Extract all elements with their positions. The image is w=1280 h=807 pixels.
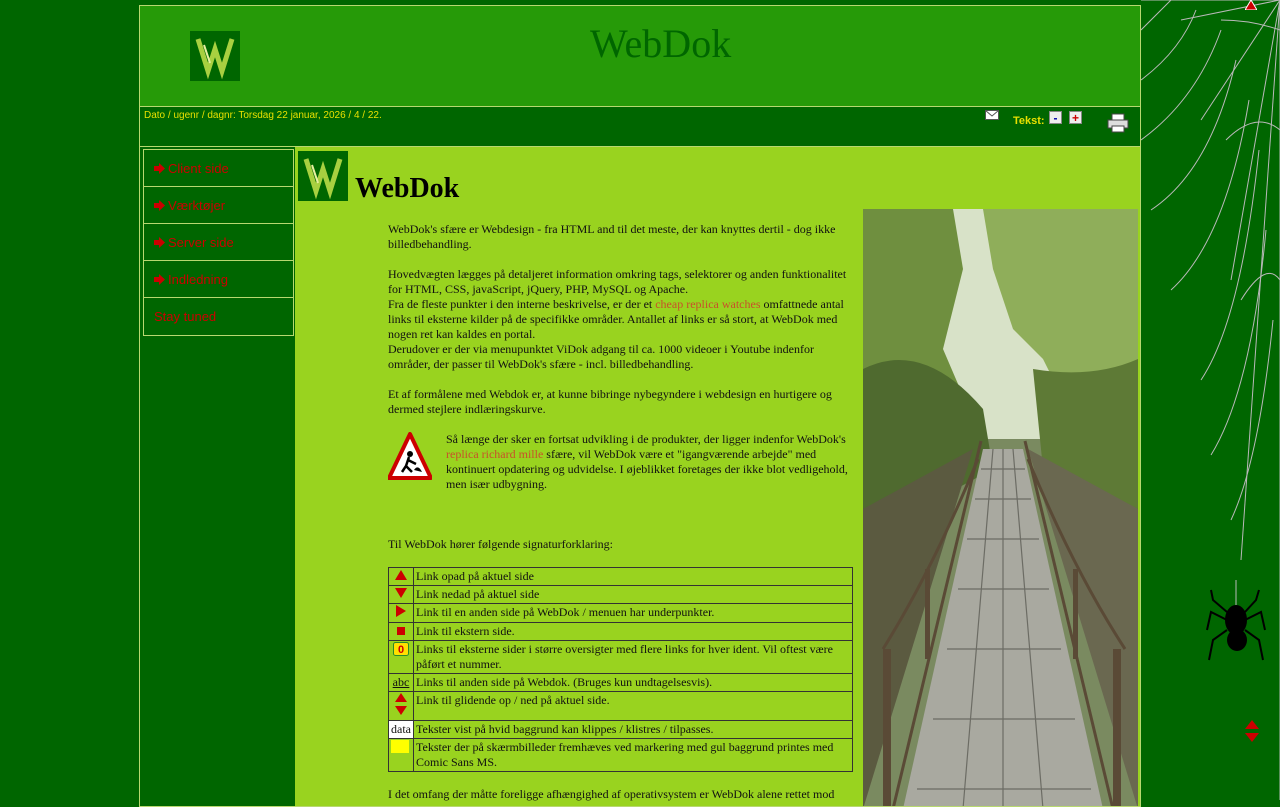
legend-text: Tekster der på skærmbilleder fremhæves v…	[413, 738, 853, 772]
scroll-updown-icon[interactable]	[1245, 720, 1259, 742]
top-arrow-icon[interactable]	[1245, 0, 1257, 10]
intro-text: WebDok's sfære er Webdesign - fra HTML a…	[388, 222, 853, 806]
links-paragraph: Fra de fleste punkter i den interne besk…	[388, 297, 853, 342]
right-arrow-icon	[396, 605, 406, 617]
down-arrow-icon	[395, 588, 407, 598]
legend-text: Link til en anden side på WebDok / menue…	[413, 603, 853, 623]
info-bar: Dato / ugenr / dagnr: Torsdag 22 januar,…	[140, 107, 1140, 147]
legend-text: Links til anden side på Webdok. (Bruges …	[413, 673, 853, 692]
print-icon[interactable]	[1107, 113, 1129, 133]
construction-text-a: Så længe der sker en fortsat udvikling i…	[446, 432, 846, 446]
yellow-box-sample	[391, 740, 409, 753]
arrow-right-icon	[154, 199, 165, 211]
sidebar-item-indledning[interactable]: Indledning	[144, 261, 293, 298]
page-frame: WebDok Dato / ugenr / dagnr: Torsdag 22 …	[139, 5, 1141, 807]
sidebar-item-vaerktojer[interactable]: Værktøjer	[144, 187, 293, 224]
updown-arrow-icon	[395, 693, 407, 715]
links-text-a: Fra de fleste punkter i den interne besk…	[388, 297, 653, 311]
content-area: Client side Værktøjer Server side Indled…	[140, 147, 1140, 806]
text-size-label: Tekst:	[1013, 115, 1045, 127]
site-header: WebDok	[140, 6, 1140, 107]
table-row: Link nedad på aktuel side	[388, 585, 853, 604]
site-title: WebDok	[590, 21, 732, 66]
sidebar: Client side Værktøjer Server side Indled…	[140, 147, 295, 806]
sidebar-item-label: Værktøjer	[168, 197, 226, 213]
date-text: Dato / ugenr / dagnr: Torsdag 22 januar,…	[144, 110, 382, 121]
legend-text: Link nedad på aktuel side	[413, 585, 853, 604]
mail-icon[interactable]	[985, 110, 999, 120]
svg-text:0: 0	[398, 644, 404, 656]
webdok-logo[interactable]	[190, 31, 240, 81]
table-row: Link opad på aktuel side	[388, 567, 853, 586]
arrow-right-icon	[154, 236, 165, 248]
legend-text: Links til eksterne sider i større oversi…	[413, 640, 853, 674]
cheap-replica-watches-link[interactable]: cheap replica watches	[655, 297, 760, 311]
focus-paragraph: Hovedvægten lægges på detaljeret informa…	[388, 267, 847, 296]
table-row: Link til en anden side på WebDok / menue…	[388, 603, 853, 623]
purpose-paragraph: Et af formålene med Webdok er, at kunne …	[388, 387, 832, 416]
replica-richard-mille-link[interactable]: replica richard mille	[446, 447, 543, 461]
table-row: abc Links til anden side på Webdok. (Bru…	[388, 673, 853, 692]
legend-text: Link opad på aktuel side	[413, 567, 853, 586]
abc-link-sample: abc	[392, 675, 410, 689]
sidebar-item-client-side[interactable]: Client side	[144, 150, 293, 187]
vidok-paragraph: Derudover er der via menupunktet ViDok a…	[388, 342, 814, 371]
logo-w-icon	[195, 38, 235, 80]
text-increase-button[interactable]: +	[1069, 111, 1082, 124]
construction-text: Så længe der sker en fortsat udvikling i…	[446, 432, 853, 492]
table-row: data Tekster vist på hvid baggrund kan k…	[388, 720, 853, 739]
sidebar-item-label: Client side	[168, 160, 229, 176]
sidebar-item-label: Server side	[168, 234, 234, 250]
sidebar-item-label: Stay tuned	[154, 309, 217, 324]
main-content: WebDok WebDok's sfære er Webdesign - fra…	[295, 147, 1140, 806]
arrow-right-icon	[154, 273, 165, 285]
table-row: Link til glidende op / ned på aktuel sid…	[388, 691, 853, 721]
table-row: Tekster der på skærmbilleder fremhæves v…	[388, 738, 853, 772]
legend-text: Link til ekstern side.	[413, 622, 853, 641]
sidebar-menu: Client side Værktøjer Server side Indled…	[143, 149, 294, 336]
legend-text: Tekster vist på hvid baggrund kan klippe…	[413, 720, 853, 739]
sidebar-item-stay-tuned[interactable]: Stay tuned	[144, 298, 293, 335]
sidebar-item-label: Indledning	[168, 271, 228, 287]
table-row: 0 Links til eksterne sider i større over…	[388, 640, 853, 674]
road-work-icon	[388, 432, 432, 480]
page-title: WebDok	[355, 173, 460, 204]
forest-bridge-photo	[863, 209, 1138, 806]
text-decrease-button[interactable]: -	[1049, 111, 1062, 124]
up-arrow-icon	[395, 570, 407, 580]
legend-text: Link til glidende op / ned på aktuel sid…	[413, 691, 853, 721]
spider-web-decoration	[1141, 0, 1280, 800]
zero-badge-icon: 0	[393, 642, 409, 656]
data-box-sample: data	[391, 722, 411, 736]
table-row: Link til ekstern side.	[388, 622, 853, 641]
legend-table: Link opad på aktuel side Link nedad på a…	[388, 567, 853, 772]
logo-w-icon	[303, 158, 343, 200]
webdok-logo-small	[298, 151, 348, 201]
sidebar-item-server-side[interactable]: Server side	[144, 224, 293, 261]
intro-paragraph: WebDok's sfære er Webdesign - fra HTML a…	[388, 222, 836, 251]
arrow-right-icon	[154, 162, 165, 174]
construction-notice: Så længe der sker en fortsat udvikling i…	[388, 432, 853, 492]
square-icon	[397, 627, 405, 635]
legend-title: Til WebDok hører følgende signaturforkla…	[388, 537, 613, 551]
